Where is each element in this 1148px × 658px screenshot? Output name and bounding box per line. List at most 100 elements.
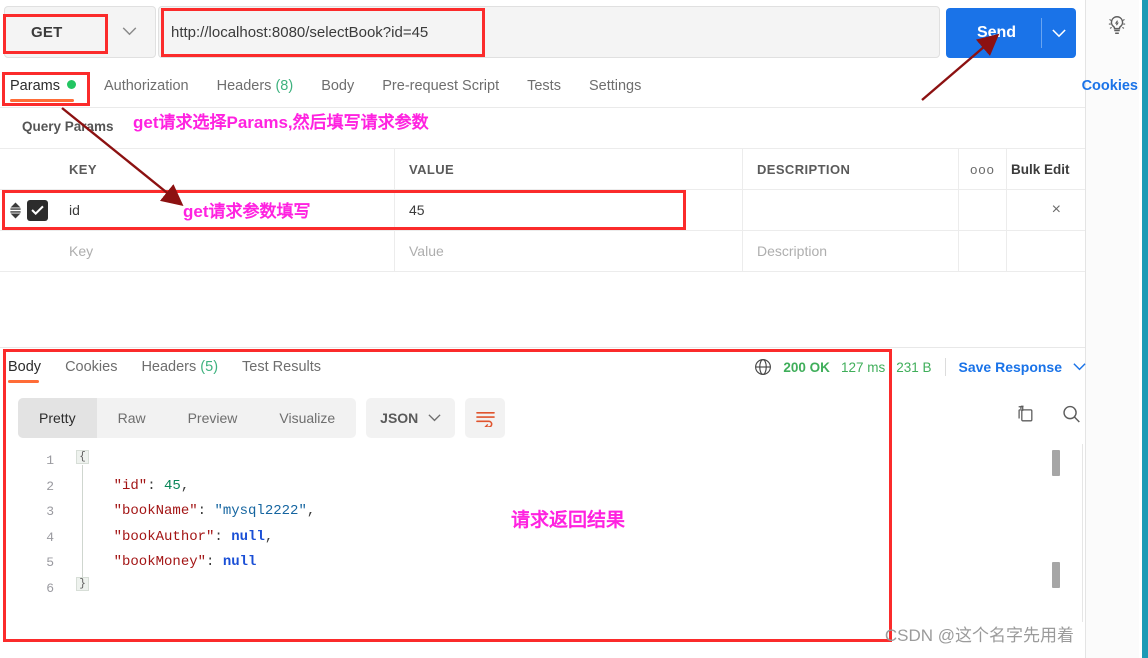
response-view-mode-group: Pretty Raw Preview Visualize bbox=[18, 398, 357, 438]
tab-headers[interactable]: Headers (8) bbox=[217, 78, 294, 100]
wrap-text-icon bbox=[475, 411, 495, 427]
status-code: 200 OK bbox=[783, 359, 830, 375]
response-action-icons bbox=[1015, 404, 1082, 425]
view-mode-visualize-label: Visualize bbox=[279, 410, 336, 426]
line-number: 1 bbox=[46, 453, 54, 468]
row-controls bbox=[0, 190, 55, 230]
tab-authorization[interactable]: Authorization bbox=[104, 78, 189, 100]
lightbulb-icon[interactable] bbox=[1100, 8, 1134, 42]
row-value-value: 45 bbox=[409, 202, 425, 218]
response-tab-test-results-label: Test Results bbox=[242, 358, 322, 375]
response-format-label: JSON bbox=[380, 410, 419, 426]
line-number: 5 bbox=[46, 555, 54, 570]
new-row-value-placeholder: Value bbox=[409, 243, 444, 259]
watermark-text: CSDN @这个名字先用着 bbox=[884, 626, 1074, 645]
params-active-dot-icon bbox=[66, 80, 76, 89]
code-line-5: "bookMoney": null bbox=[80, 554, 257, 570]
annotation-note-param-fill: get请求参数填写 bbox=[183, 202, 311, 221]
new-row-value-input[interactable]: Value bbox=[395, 231, 743, 271]
tab-headers-count: (8) bbox=[275, 78, 294, 94]
code-line-2: "id": 45, bbox=[80, 477, 190, 494]
tab-body[interactable]: Body bbox=[321, 78, 354, 100]
response-status-row: 200 OK 127 ms 231 B Save Response bbox=[754, 358, 1086, 376]
status-time: 127 ms bbox=[840, 359, 886, 375]
tab-params-label: Params bbox=[10, 78, 60, 94]
search-icon[interactable] bbox=[1061, 404, 1082, 425]
code-line-4: "bookAuthor": null, bbox=[80, 528, 274, 545]
response-tab-test-results[interactable]: Test Results bbox=[242, 359, 321, 382]
header-spacer bbox=[0, 149, 55, 189]
table-row[interactable]: id 45 × bbox=[0, 190, 1085, 231]
new-row-key-input[interactable]: Key bbox=[55, 231, 395, 271]
save-response-button[interactable]: Save Response bbox=[959, 359, 1063, 375]
header-description: DESCRIPTION bbox=[743, 149, 959, 189]
view-mode-raw-label: Raw bbox=[117, 410, 146, 426]
status-divider bbox=[944, 358, 946, 376]
new-row-description-input[interactable]: Description bbox=[743, 231, 959, 271]
row-description-input[interactable] bbox=[743, 190, 959, 230]
params-more-options-button[interactable]: ooo bbox=[959, 149, 1007, 189]
response-format-select[interactable]: JSON bbox=[366, 398, 456, 438]
row-value-input[interactable]: 45 bbox=[395, 190, 743, 230]
view-mode-pretty[interactable]: Pretty bbox=[18, 398, 97, 438]
globe-icon bbox=[754, 358, 772, 376]
tab-authorization-label: Authorization bbox=[103, 78, 189, 94]
code-text: "id": 45, "bookName": "mysql2222", "book… bbox=[80, 448, 316, 602]
tab-tests[interactable]: Tests bbox=[527, 78, 561, 100]
response-tab-headers[interactable]: Headers (5) bbox=[141, 359, 218, 382]
remove-row-button[interactable]: × bbox=[1052, 201, 1061, 219]
status-size: 231 B bbox=[896, 359, 932, 375]
method-label: GET bbox=[31, 23, 63, 41]
view-mode-raw[interactable]: Raw bbox=[97, 398, 167, 438]
scrollbar-thumb-bottom[interactable] bbox=[1052, 562, 1060, 588]
row-enabled-checkbox[interactable] bbox=[27, 199, 48, 221]
row-spacer-dots bbox=[959, 190, 1007, 230]
response-tab-cookies[interactable]: Cookies bbox=[65, 359, 117, 382]
line-number-gutter: 1 2 3 4 5 6 bbox=[20, 448, 54, 601]
cookies-link[interactable]: Cookies bbox=[1082, 78, 1138, 94]
new-row-description-placeholder: Description bbox=[757, 243, 828, 259]
tab-pre-request-script[interactable]: Pre-request Script bbox=[382, 78, 499, 100]
wrap-lines-button[interactable] bbox=[465, 398, 506, 438]
row-controls-empty bbox=[0, 231, 55, 271]
method-selector[interactable]: GET bbox=[4, 6, 156, 58]
save-response-chevron-icon[interactable] bbox=[1073, 363, 1086, 371]
response-scroll-divider bbox=[1082, 444, 1083, 622]
tab-settings-label: Settings bbox=[588, 78, 642, 94]
new-row-key-placeholder: Key bbox=[69, 243, 94, 259]
response-tab-cookies-label: Cookies bbox=[65, 358, 118, 375]
new-row-spacer-dots bbox=[959, 231, 1007, 271]
send-button[interactable]: Send bbox=[946, 8, 1076, 58]
bulk-edit-button[interactable]: Bulk Edit bbox=[1007, 149, 1085, 189]
tab-pre-request-script-label: Pre-request Script bbox=[382, 78, 500, 94]
view-mode-preview[interactable]: Preview bbox=[167, 398, 259, 438]
send-label: Send bbox=[976, 24, 1017, 41]
header-key: KEY bbox=[55, 149, 395, 189]
table-row[interactable]: Key Value Description bbox=[0, 231, 1085, 272]
annotation-note-params: get请求选择Params,然后填写请求参数 bbox=[133, 113, 429, 132]
tab-params[interactable]: Params bbox=[10, 78, 76, 102]
tab-tests-label: Tests bbox=[527, 78, 561, 94]
annotation-note-result: 请求返回结果 bbox=[511, 510, 626, 531]
url-input[interactable]: http://localhost:8080/selectBook?id=45 bbox=[158, 6, 940, 58]
header-key-label: KEY bbox=[69, 161, 97, 177]
code-line-3: "bookName": "mysql2222", bbox=[80, 503, 316, 519]
view-mode-visualize[interactable]: Visualize bbox=[258, 398, 356, 438]
response-tab-body[interactable]: Body bbox=[8, 359, 41, 383]
params-table: KEY VALUE DESCRIPTION ooo Bulk Edit id 4… bbox=[0, 148, 1085, 272]
edge-teal-strip bbox=[1142, 0, 1148, 658]
send-options-chevron-icon[interactable] bbox=[1042, 28, 1076, 38]
tab-settings[interactable]: Settings bbox=[589, 78, 641, 100]
header-description-label: DESCRIPTION bbox=[757, 161, 851, 177]
request-bar: GET http://localhost:8080/selectBook?id=… bbox=[0, 6, 1085, 58]
line-number: 3 bbox=[46, 504, 54, 519]
drag-handle-icon[interactable] bbox=[9, 202, 22, 219]
chevron-down-icon bbox=[122, 23, 137, 41]
copy-icon[interactable] bbox=[1015, 404, 1035, 425]
bulk-edit-label: Bulk Edit bbox=[1011, 161, 1070, 177]
scrollbar-thumb-top[interactable] bbox=[1052, 450, 1060, 476]
view-mode-preview-label: Preview bbox=[187, 410, 238, 426]
response-view-controls: Pretty Raw Preview Visualize JSON bbox=[18, 398, 506, 438]
